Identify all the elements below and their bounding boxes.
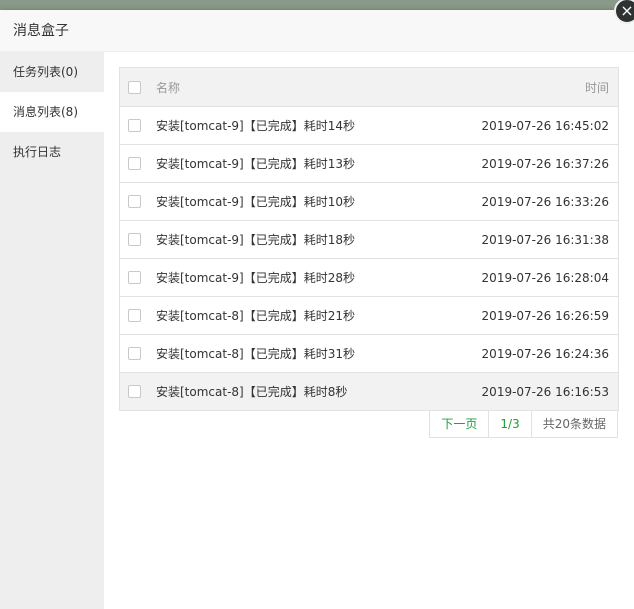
table-row[interactable]: 安装[tomcat-8]【已完成】耗时31秒 2019-07-26 16:24:… [120, 334, 618, 372]
page-indicator: 1/3 [488, 411, 530, 437]
row-name: 安装[tomcat-8]【已完成】耗时8秒 [156, 385, 348, 399]
row-name: 安装[tomcat-8]【已完成】耗时31秒 [156, 347, 355, 361]
sidebar-item-message-list[interactable]: 消息列表(8) [0, 92, 104, 132]
row-checkbox[interactable] [128, 157, 141, 170]
row-name: 安装[tomcat-9]【已完成】耗时10秒 [156, 195, 355, 209]
row-time: 2019-07-26 16:26:59 [481, 308, 609, 323]
table-row[interactable]: 安装[tomcat-9]【已完成】耗时14秒 2019-07-26 16:45:… [120, 106, 618, 144]
table-row[interactable]: 安装[tomcat-9]【已完成】耗时28秒 2019-07-26 16:28:… [120, 258, 618, 296]
row-time: 2019-07-26 16:37:26 [481, 156, 609, 171]
row-checkbox[interactable] [128, 195, 141, 208]
message-table: 名称 时间 安装[tomcat-9]【已完成】耗时14秒 2019-07-26 … [119, 67, 619, 411]
row-name: 安装[tomcat-9]【已完成】耗时18秒 [156, 233, 355, 247]
row-checkbox[interactable] [128, 347, 141, 360]
table-row[interactable]: 安装[tomcat-9]【已完成】耗时10秒 2019-07-26 16:33:… [120, 182, 618, 220]
message-box-dialog: 消息盒子 × 任务列表(0) 消息列表(8) 执行日志 名称 时间 安装[tom… [0, 0, 634, 609]
next-page-button[interactable]: 下一页 [430, 411, 488, 437]
table-header: 名称 时间 [120, 68, 618, 106]
pagination: 下一页 1/3 共20条数据 [429, 410, 618, 438]
table-row[interactable]: 安装[tomcat-8]【已完成】耗时21秒 2019-07-26 16:26:… [120, 296, 618, 334]
row-checkbox[interactable] [128, 309, 141, 322]
column-header-time: 时间 [584, 80, 609, 95]
row-name: 安装[tomcat-9]【已完成】耗时13秒 [156, 157, 355, 171]
row-checkbox[interactable] [128, 233, 141, 246]
table-row[interactable]: 安装[tomcat-9]【已完成】耗时13秒 2019-07-26 16:37:… [120, 144, 618, 182]
row-checkbox[interactable] [128, 119, 141, 132]
select-all-checkbox[interactable] [128, 80, 141, 94]
row-name: 安装[tomcat-9]【已完成】耗时28秒 [156, 271, 355, 285]
row-name: 安装[tomcat-8]【已完成】耗时21秒 [156, 309, 355, 323]
row-checkbox[interactable] [128, 385, 141, 398]
sidebar-item-execution-log[interactable]: 执行日志 [0, 132, 104, 172]
total-count: 共20条数据 [530, 411, 617, 437]
table-row[interactable]: 安装[tomcat-8]【已完成】耗时8秒 2019-07-26 16:16:5… [120, 372, 618, 410]
main-panel: 名称 时间 安装[tomcat-9]【已完成】耗时14秒 2019-07-26 … [104, 52, 634, 609]
row-time: 2019-07-26 16:33:26 [481, 194, 609, 209]
row-time: 2019-07-26 16:16:53 [481, 384, 609, 399]
row-time: 2019-07-26 16:31:38 [481, 232, 609, 247]
sidebar: 任务列表(0) 消息列表(8) 执行日志 [0, 52, 104, 609]
column-header-name: 名称 [156, 80, 181, 95]
dialog-title: 消息盒子 [0, 10, 634, 52]
row-name: 安装[tomcat-9]【已完成】耗时14秒 [156, 119, 355, 133]
row-time: 2019-07-26 16:24:36 [481, 346, 609, 361]
row-time: 2019-07-26 16:45:02 [481, 118, 609, 133]
row-time: 2019-07-26 16:28:04 [481, 270, 609, 285]
sidebar-item-task-list[interactable]: 任务列表(0) [0, 52, 104, 92]
row-checkbox[interactable] [128, 271, 141, 284]
table-row[interactable]: 安装[tomcat-9]【已完成】耗时18秒 2019-07-26 16:31:… [120, 220, 618, 258]
